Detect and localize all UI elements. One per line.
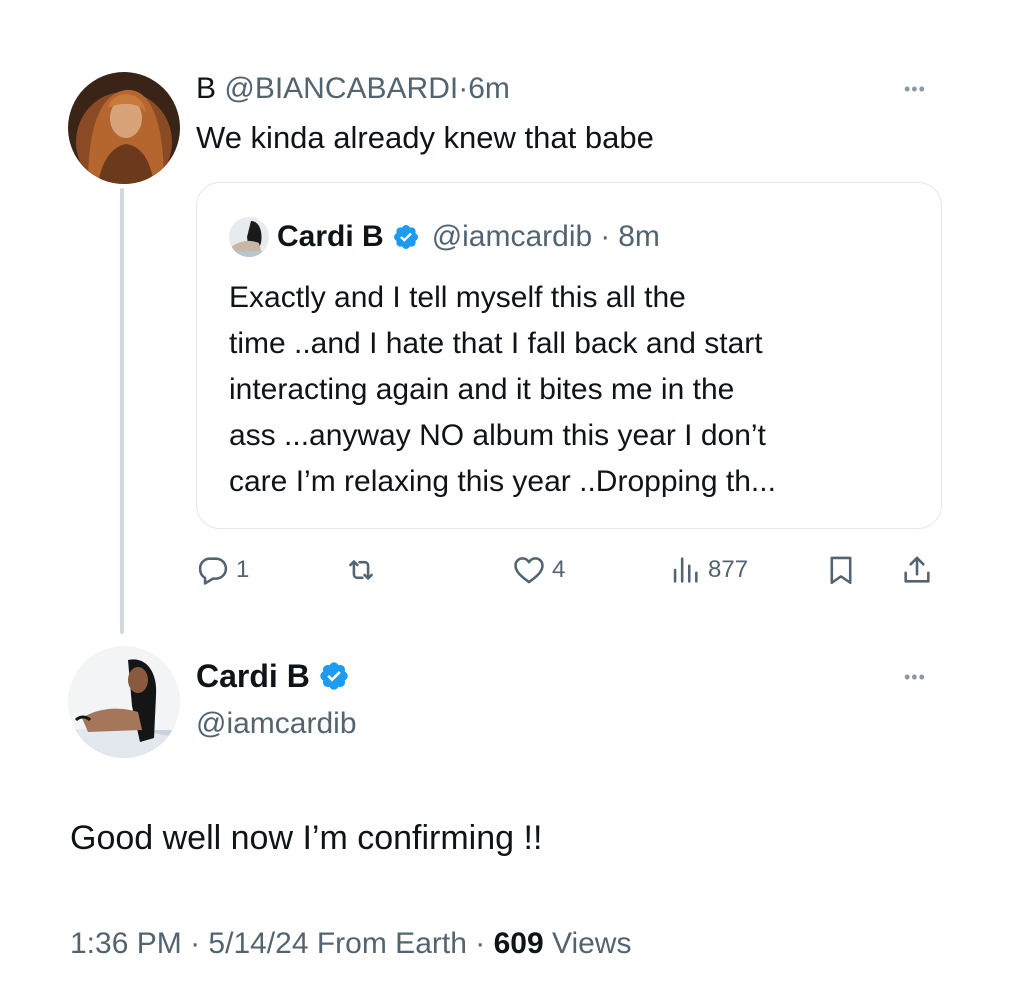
main-display-name: Cardi B [196, 658, 310, 694]
reply-more-icon[interactable]: ••• [904, 80, 926, 98]
avatar-iamcardib[interactable] [68, 646, 180, 758]
quoted-text-line: Exactly and I tell myself this all the [229, 281, 686, 314]
quoted-tweet-text: Exactly and I tell myself this all the t… [229, 275, 909, 505]
quoted-text-line: interacting again and it bites me in the [229, 373, 735, 406]
verified-badge-icon [392, 223, 420, 251]
quoted-text-line: care I’m relaxing this year ..Dropping t… [229, 465, 776, 498]
quoted-display-name: Cardi B [277, 220, 384, 253]
quoted-text-line: time ..and I hate that I fall back and s… [229, 327, 763, 360]
reply-display-name[interactable]: B [196, 72, 216, 105]
avatar-image [68, 72, 180, 184]
share-icon [904, 556, 930, 583]
main-tweet-text: Good well now I’m confirming !! [70, 819, 543, 857]
main-handle[interactable]: @iamcardib [196, 704, 357, 744]
retweet-icon [349, 560, 373, 580]
tweet-time[interactable]: 1:36 PM [70, 927, 182, 960]
thread-connector-line [120, 188, 124, 634]
reply-icon [198, 557, 228, 585]
like-count: 4 [552, 556, 566, 583]
quoted-time: 8m [618, 220, 660, 253]
footer-separator: · [475, 927, 486, 960]
quoted-tweet-card[interactable]: Cardi B @iamcardib · 8m Exactly and I tell… [196, 182, 942, 529]
avatar-image [68, 646, 180, 758]
views-button[interactable]: 877 [668, 548, 748, 592]
reply-header: B @BIANCABARDI·6m [196, 70, 510, 108]
quoted-avatar [229, 217, 269, 257]
main-tweet-author[interactable]: Cardi B [196, 656, 350, 696]
like-button[interactable]: 4 [512, 548, 565, 592]
share-button[interactable] [900, 548, 934, 592]
main-tweet-footer: 1:36 PM · 5/14/24 From Earth · 609 Views [70, 924, 631, 964]
retweet-button[interactable] [344, 548, 384, 592]
tweet-views-label: Views [551, 927, 632, 960]
reply-text: We kinda already knew that babe [196, 120, 654, 155]
reply-time[interactable]: 6m [468, 72, 510, 105]
avatar-biancabardi[interactable] [68, 72, 180, 184]
heart-icon [514, 557, 544, 584]
quoted-separator: · [600, 220, 611, 253]
avatar-image [229, 217, 269, 257]
tweet-source: From Earth [316, 927, 467, 960]
bookmark-icon [830, 556, 852, 585]
bookmark-button[interactable] [824, 548, 858, 592]
quoted-text-line: ass ...anyway NO album this year I don’t [229, 419, 766, 452]
reply-handle[interactable]: @BIANCABARDI [224, 72, 458, 105]
quoted-handle: @iamcardib [431, 220, 593, 253]
reply-count: 1 [236, 556, 250, 583]
quoted-tweet-header: Cardi B @iamcardib · 8m [229, 217, 660, 257]
footer-separator: · [190, 927, 201, 960]
tweet-date[interactable]: 5/14/24 [208, 927, 308, 960]
reply-button[interactable]: 1 [196, 548, 249, 592]
tweet-views-count[interactable]: 609 [494, 927, 544, 960]
verified-badge-icon [318, 660, 350, 692]
views-chart-icon [673, 557, 698, 583]
views-count: 877 [708, 556, 749, 583]
reply-separator: · [458, 72, 469, 105]
main-more-icon[interactable]: ••• [904, 668, 926, 686]
reply-action-bar: 1 4 877 [196, 548, 942, 592]
